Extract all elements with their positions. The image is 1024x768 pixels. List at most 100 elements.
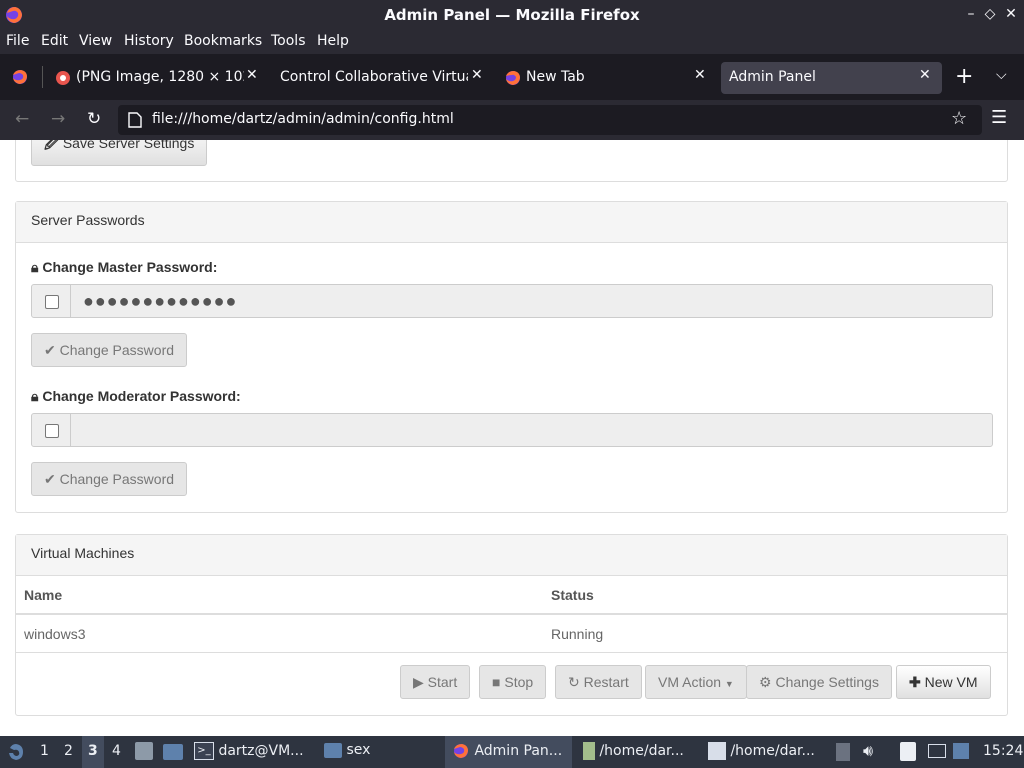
workspace-4[interactable]: 4 <box>112 743 121 759</box>
menu-view[interactable]: View <box>79 33 112 49</box>
firefox-view-icon[interactable] <box>11 68 29 86</box>
file-cabinet-icon[interactable] <box>135 742 153 760</box>
play-icon: ▶ <box>413 674 424 690</box>
gear-icon: ⚙ <box>759 674 772 690</box>
tab-control-collaborative[interactable]: Control Collaborative Virtual ✕ <box>270 62 490 94</box>
app-menu-icon[interactable]: ☰ <box>991 107 1007 128</box>
updates-icon[interactable] <box>953 743 969 759</box>
firefox-icon <box>454 744 468 758</box>
moderator-password-checkbox[interactable] <box>45 424 59 438</box>
change-moderator-password-button[interactable]: ✔ Change Password <box>31 462 188 496</box>
file-manager-icon <box>583 742 595 760</box>
image-icon <box>56 71 70 85</box>
tab-separator <box>42 66 43 88</box>
back-arrow-icon[interactable]: ← <box>15 109 29 129</box>
server-settings-panel: 🖉 Save Server Settings <box>15 140 1008 182</box>
bookmark-star-icon[interactable]: ☆ <box>951 108 967 129</box>
caret-down-icon: ▼ <box>724 679 734 689</box>
server-passwords-panel: Server Passwords 🔒︎ Change Master Passwo… <box>15 201 1008 513</box>
virtual-machines-panel: Virtual Machines Name Status windows3 Ru… <box>15 534 1008 716</box>
text-editor-icon <box>708 742 726 760</box>
close-tab-icon[interactable]: ✕ <box>471 67 483 83</box>
window-title: Admin Panel — Mozilla Firefox <box>384 6 640 24</box>
master-password-group: ●●●●●●●●●●●●● <box>31 284 993 318</box>
restart-vm-button[interactable]: ↻ Restart <box>555 665 642 699</box>
panel-heading: Server Passwords <box>16 202 1007 243</box>
clipboard-icon[interactable] <box>836 743 850 761</box>
taskbar-app-firefox[interactable]: Admin Pan... <box>452 742 562 760</box>
column-header-name: Name <box>16 576 543 615</box>
url-text: file:///home/dartz/admin/admin/config.ht… <box>152 111 454 127</box>
plus-icon: ✚ <box>909 674 921 690</box>
menu-bar: File Edit View History Bookmarks Tools H… <box>0 30 1024 54</box>
close-window-button[interactable]: ✕ <box>1001 4 1021 24</box>
new-vm-button[interactable]: ✚ New VM <box>896 665 991 699</box>
vm-name-cell: windows3 <box>16 614 543 653</box>
menu-bookmarks[interactable]: Bookmarks <box>184 33 262 49</box>
change-master-password-button[interactable]: ✔ Change Password <box>31 333 188 367</box>
url-bar[interactable]: file:///home/dartz/admin/admin/config.ht… <box>118 105 982 135</box>
stop-vm-button[interactable]: ■ Stop <box>479 665 547 699</box>
tab-admin-panel[interactable]: Admin Panel ✕ <box>721 62 942 94</box>
vm-table: Name Status windows3 Running <box>16 576 1007 653</box>
change-settings-button[interactable]: ⚙ Change Settings <box>746 665 892 699</box>
vm-action-dropdown[interactable]: VM Action ▼ <box>645 665 747 699</box>
clock: 15:24 <box>983 743 1024 759</box>
volume-icon[interactable]: 🔊︎ <box>863 741 873 761</box>
page-icon <box>128 112 142 128</box>
close-tab-icon[interactable]: ✕ <box>694 67 706 83</box>
taskbar-app-text-editor[interactable]: /home/dar... <box>708 742 815 760</box>
menu-file[interactable]: File <box>6 33 29 49</box>
table-header-row: Name Status <box>16 576 1007 615</box>
save-button-label: Save Server Settings <box>62 140 195 151</box>
forward-arrow-icon[interactable]: → <box>51 109 65 129</box>
close-tab-icon[interactable]: ✕ <box>246 67 258 83</box>
network-icon[interactable] <box>928 744 946 758</box>
moderator-password-group <box>31 413 993 447</box>
show-desktop-icon[interactable] <box>163 744 183 760</box>
taskbar-app-terminal[interactable]: >_ dartz@VM... <box>194 742 304 760</box>
save-server-settings-button[interactable]: 🖉 Save Server Settings <box>31 140 208 166</box>
menu-edit[interactable]: Edit <box>41 33 68 49</box>
stop-icon: ■ <box>492 674 501 690</box>
list-all-tabs-icon[interactable]: ⌵ <box>996 67 1007 83</box>
refresh-icon: ↻ <box>568 674 580 690</box>
notes-icon[interactable] <box>900 742 916 761</box>
tab-label: Control Collaborative Virtual <box>280 69 468 85</box>
tab-label: (PNG Image, 1280 × 102 <box>76 69 244 85</box>
master-password-label: 🔒︎ Change Master Password: <box>31 259 218 275</box>
master-password-input[interactable]: ●●●●●●●●●●●●● <box>70 284 993 318</box>
maximize-button[interactable]: ◇ <box>980 4 1000 24</box>
close-tab-icon[interactable]: ✕ <box>919 67 931 83</box>
moderator-password-checkbox-addon <box>31 413 71 447</box>
menu-tools[interactable]: Tools <box>271 33 306 49</box>
tab-png-image[interactable]: (PNG Image, 1280 × 102 ✕ <box>50 62 265 94</box>
menu-history[interactable]: History <box>124 33 174 49</box>
taskbar-app-folder[interactable]: sex <box>324 742 370 758</box>
check-icon: ✔ <box>44 342 56 358</box>
taskbar-app-file-manager[interactable]: /home/dar... <box>583 742 684 760</box>
taskbar: 1 2 3 4 >_ dartz@VM... sex Admin Pan... … <box>0 736 1024 768</box>
table-row[interactable]: windows3 Running <box>16 614 1007 653</box>
tab-label: New Tab <box>526 69 585 85</box>
page-content: 🖉 Save Server Settings Server Passwords … <box>0 140 1024 736</box>
workspace-3[interactable]: 3 <box>88 743 98 759</box>
moderator-password-input[interactable] <box>70 413 993 447</box>
lock-icon: 🔒︎ <box>31 388 39 404</box>
reload-icon[interactable]: ↻ <box>87 109 101 129</box>
navigation-bar: ← → ↻ file:///home/dartz/admin/admin/con… <box>0 100 1024 140</box>
start-menu-icon[interactable] <box>6 742 26 762</box>
master-password-checkbox[interactable] <box>45 295 59 309</box>
lock-icon: 🔒︎ <box>31 259 39 275</box>
new-tab-icon[interactable]: + <box>955 64 973 89</box>
menu-help[interactable]: Help <box>317 33 349 49</box>
workspace-2[interactable]: 2 <box>64 743 73 759</box>
minimize-button[interactable]: – <box>961 4 981 24</box>
firefox-icon <box>506 71 520 85</box>
start-vm-button[interactable]: ▶ Start <box>400 665 471 699</box>
save-icon: 🖉 <box>44 140 59 151</box>
terminal-icon: >_ <box>194 742 214 760</box>
workspace-1[interactable]: 1 <box>40 743 49 759</box>
tab-new-tab[interactable]: New Tab ✕ <box>498 62 716 94</box>
column-header-status: Status <box>543 576 1007 615</box>
